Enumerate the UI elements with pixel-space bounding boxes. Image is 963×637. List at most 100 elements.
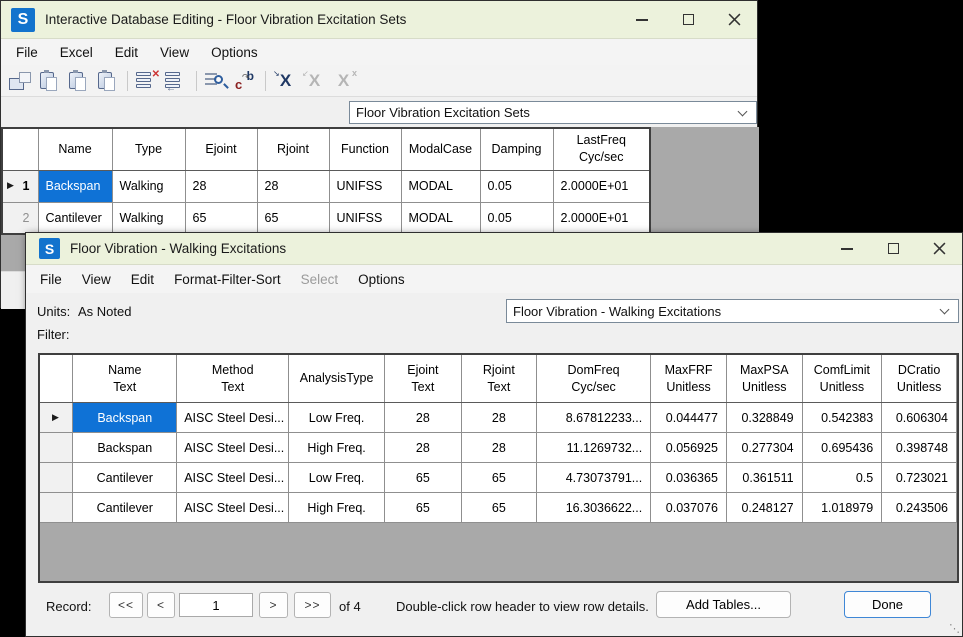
table-cell[interactable]: UNIFSS (329, 202, 401, 234)
table-cell[interactable]: Low Freq. (289, 463, 385, 493)
row-header[interactable] (40, 463, 73, 493)
table-cell[interactable]: 0.044477 (651, 403, 727, 433)
table-cell[interactable]: Backspan (38, 170, 112, 202)
close-button[interactable] (916, 233, 962, 264)
table-select-combobox[interactable]: Floor Vibration Excitation Sets (349, 101, 757, 124)
menu-item-options[interactable]: Options (356, 269, 407, 290)
table-cell[interactable]: 28 (384, 433, 461, 463)
table-cell[interactable]: 16.3036622... (536, 493, 650, 523)
paste-append-icon[interactable] (94, 69, 121, 93)
menu-item-format-filter-sort[interactable]: Format-Filter-Sort (172, 269, 283, 290)
table-cell[interactable]: High Freq. (289, 433, 385, 463)
table-cell[interactable]: 0.056925 (651, 433, 727, 463)
table-cell[interactable]: 11.1269732... (536, 433, 650, 463)
table-cell[interactable]: 0.037076 (651, 493, 727, 523)
table-cell[interactable]: 0.361511 (726, 463, 802, 493)
table-cell[interactable]: 65 (461, 493, 536, 523)
maximize-button[interactable] (870, 233, 916, 264)
table-cell[interactable]: 0.695436 (802, 433, 882, 463)
table-cell[interactable]: 65 (384, 493, 461, 523)
paste-insert-icon[interactable] (65, 69, 92, 93)
table-cell[interactable]: 28 (185, 170, 257, 202)
table-cell[interactable]: 65 (257, 202, 329, 234)
window1-titlebar[interactable]: S Interactive Database Editing - Floor V… (1, 1, 757, 39)
minimize-button[interactable] (824, 233, 870, 264)
table-cell[interactable]: UNIFSS (329, 170, 401, 202)
table-cell[interactable]: AISC Steel Desi... (177, 493, 289, 523)
table-cell[interactable]: High Freq. (289, 493, 385, 523)
first-record-button[interactable]: << (109, 592, 143, 618)
menu-item-view[interactable]: View (80, 269, 113, 290)
table-cell[interactable]: 0.243506 (882, 493, 957, 523)
table-cell[interactable]: 65 (185, 202, 257, 234)
table-cell[interactable]: 0.277304 (726, 433, 802, 463)
table-cell[interactable]: 0.606304 (882, 403, 957, 433)
replace-icon[interactable]: cb↷ (232, 69, 259, 93)
table-cell[interactable]: 4.73073791... (536, 463, 650, 493)
table-cell[interactable]: 1.018979 (802, 493, 882, 523)
table-cell[interactable]: 0.036365 (651, 463, 727, 493)
table-cell[interactable]: 0.723021 (882, 463, 957, 493)
form-view-icon[interactable] (7, 69, 34, 93)
table-cell[interactable]: 0.05 (480, 202, 553, 234)
table-cell[interactable]: MODAL (401, 170, 480, 202)
add-tables-button[interactable]: Add Tables... (656, 591, 791, 618)
menu-item-file[interactable]: File (38, 269, 64, 290)
table-cell[interactable]: AISC Steel Desi... (177, 463, 289, 493)
previous-record-button[interactable]: < (147, 592, 175, 618)
next-record-button[interactable]: > (259, 592, 288, 618)
table-cell[interactable]: 65 (384, 463, 461, 493)
menu-item-view[interactable]: View (158, 42, 191, 63)
table-cell[interactable]: Walking (112, 202, 185, 234)
close-button[interactable] (711, 1, 757, 38)
maximize-button[interactable] (665, 1, 711, 38)
table-cell[interactable]: AISC Steel Desi... (177, 433, 289, 463)
delete-rows-icon[interactable]: ✕ (134, 69, 161, 93)
table-cell[interactable]: MODAL (401, 202, 480, 234)
table-cell[interactable]: Walking (112, 170, 185, 202)
menu-item-excel[interactable]: Excel (58, 42, 95, 63)
table-cell[interactable]: 28 (461, 433, 536, 463)
table-cell[interactable]: 28 (461, 403, 536, 433)
insert-row-icon[interactable]: ← (163, 69, 190, 93)
record-number-input[interactable] (179, 593, 253, 617)
table-cell[interactable]: Low Freq. (289, 403, 385, 433)
done-button[interactable]: Done (844, 591, 931, 618)
row-header[interactable]: ▶1 (2, 170, 38, 202)
last-record-button[interactable]: >> (294, 592, 331, 618)
row-header[interactable] (40, 493, 73, 523)
row-header[interactable]: 2 (2, 202, 38, 234)
table-cell[interactable]: Cantilever (73, 463, 177, 493)
resize-grip[interactable]: ⋱ (949, 624, 960, 635)
table-cell[interactable]: 28 (384, 403, 461, 433)
table-cell[interactable]: 0.542383 (802, 403, 882, 433)
table-cell[interactable]: Cantilever (73, 493, 177, 523)
table-cell[interactable]: 8.67812233... (536, 403, 650, 433)
find-icon[interactable] (203, 69, 230, 93)
table-cell[interactable]: 0.05 (480, 170, 553, 202)
minimize-button[interactable] (619, 1, 665, 38)
table-cell[interactable]: 2.0000E+01 (553, 202, 650, 234)
table-cell[interactable]: AISC Steel Desi... (177, 403, 289, 433)
table-cell[interactable]: 2.0000E+01 (553, 170, 650, 202)
table-cell[interactable]: 0.248127 (726, 493, 802, 523)
table-cell[interactable]: Backspan (73, 433, 177, 463)
menu-item-edit[interactable]: Edit (113, 42, 140, 63)
table-cell[interactable]: 28 (257, 170, 329, 202)
table-cell[interactable]: 65 (461, 463, 536, 493)
excel-export-icon[interactable]: ↘X (272, 69, 299, 93)
table-cell[interactable]: 0.328849 (726, 403, 802, 433)
paste-icon[interactable] (36, 69, 63, 93)
row-header[interactable] (40, 433, 73, 463)
menu-item-file[interactable]: File (14, 42, 40, 63)
table-cell[interactable]: Cantilever (38, 202, 112, 234)
menu-item-edit[interactable]: Edit (129, 269, 156, 290)
window2-menubar: FileViewEditFormat-Filter-SortSelectOpti… (26, 265, 962, 293)
menu-item-options[interactable]: Options (209, 42, 260, 63)
row-header[interactable]: ▶ (40, 403, 73, 433)
table-select-combobox[interactable]: Floor Vibration - Walking Excitations (506, 299, 959, 323)
table-cell[interactable]: Backspan (73, 403, 177, 433)
table-cell[interactable]: 0.398748 (882, 433, 957, 463)
table-cell[interactable]: 0.5 (802, 463, 882, 493)
window2-titlebar[interactable]: S Floor Vibration - Walking Excitations (26, 233, 962, 265)
